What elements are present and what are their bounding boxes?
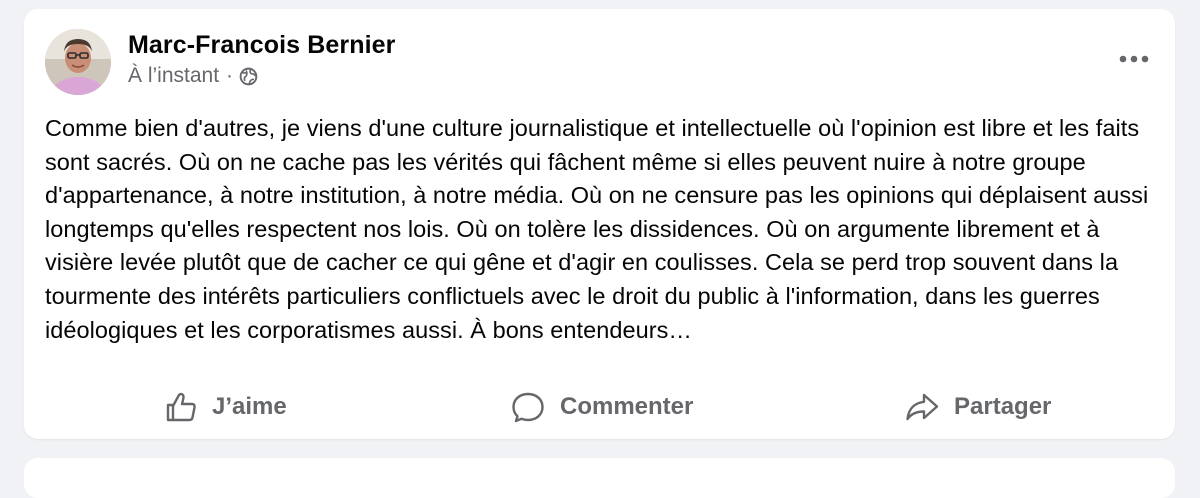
next-post-card [24, 458, 1175, 498]
more-options-button[interactable] [1117, 47, 1151, 71]
meta-separator: · [226, 64, 234, 87]
share-button[interactable]: Partager [904, 385, 1051, 429]
comment-label: Commenter [560, 393, 694, 420]
like-label: J’aime [212, 393, 287, 420]
post-meta: À l’instant · [128, 64, 258, 88]
comment-button[interactable]: Commenter [510, 385, 693, 429]
share-arrow-icon [904, 390, 940, 424]
thumbs-up-icon [164, 390, 198, 424]
avatar[interactable] [45, 29, 111, 95]
globe-icon[interactable] [239, 67, 258, 86]
share-label: Partager [954, 393, 1052, 420]
comment-icon [510, 390, 546, 424]
like-button[interactable]: J’aime [164, 385, 287, 429]
post-card: Marc-Francois Bernier À l’instant · Comm… [24, 9, 1175, 439]
post-actions: J’aime Commenter Partager [24, 385, 1175, 429]
post-timestamp[interactable]: À l’instant [128, 64, 219, 88]
post-text: Comme bien d'autres, je viens d'une cult… [45, 115, 1149, 343]
author-name[interactable]: Marc-Francois Bernier [128, 31, 395, 60]
avatar-image [45, 29, 111, 95]
more-horizontal-icon [1119, 55, 1149, 63]
